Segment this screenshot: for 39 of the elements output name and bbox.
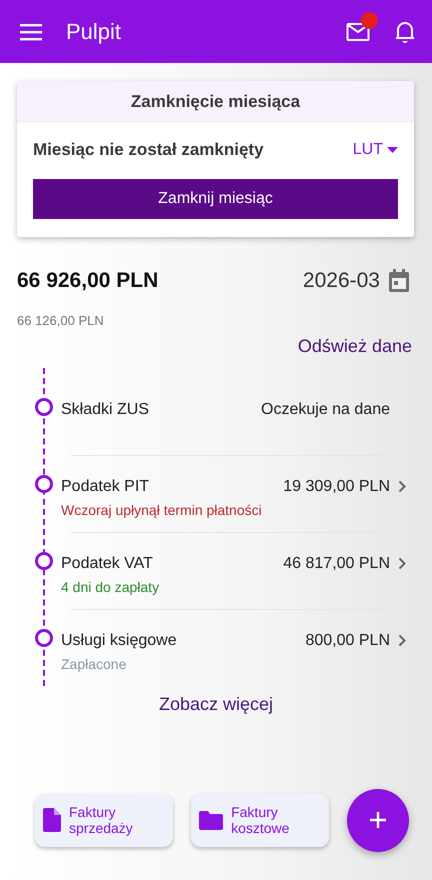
payment-amount: 46 817,00 PLN — [283, 554, 390, 574]
month-dropdown[interactable]: LUT — [352, 138, 398, 162]
caret-icon — [387, 147, 398, 153]
payment-name: Usługi księgowe — [61, 630, 177, 650]
card-title: Zamknięcie miesiąca — [130, 91, 300, 114]
folder-icon — [199, 810, 224, 830]
timeline-node-icon — [35, 628, 53, 646]
document-icon — [43, 808, 61, 832]
shortcut-button[interactable]: Faktury kosztowe — [191, 794, 330, 846]
payment-status: 4 dni do zapłaty — [61, 578, 160, 597]
payment-amount: 19 309,00 PLN — [283, 476, 390, 496]
calendar-icon[interactable] — [388, 268, 410, 293]
payment-name: Podatek VAT — [61, 554, 153, 574]
payment-status: Oczekuje na dane — [261, 400, 390, 420]
payment-name: Podatek PIT — [61, 476, 150, 496]
mail-icon[interactable] — [346, 22, 370, 42]
chevron-right-icon[interactable] — [398, 557, 406, 570]
close-status: Miesiąc nie został zamknięty — [33, 139, 264, 162]
menu-icon[interactable] — [20, 22, 42, 40]
see-more-link[interactable]: Zobacz więcej — [152, 690, 280, 718]
payment-name: Składki ZUS — [61, 400, 150, 420]
add-button[interactable] — [347, 788, 409, 852]
payment-status: Wczoraj upłynął termin płatności — [61, 500, 262, 520]
period-label: 2026-03 — [302, 268, 380, 294]
timeline-node-icon — [35, 398, 53, 416]
timeline-node-icon — [35, 552, 53, 570]
plus-icon — [370, 812, 386, 828]
chevron-right-icon[interactable] — [398, 634, 406, 647]
payment-status: Zapłacone — [61, 654, 126, 674]
total-amount: 66 926,00 PLN — [17, 268, 158, 294]
subtotal-amount: 66 126,00 PLN — [17, 312, 104, 330]
close-month-button[interactable]: Zamknij miesiąc — [33, 179, 398, 219]
shortcut-button[interactable]: Faktury sprzedaży — [35, 794, 174, 846]
bell-icon[interactable] — [394, 20, 416, 44]
timeline-node-icon — [35, 474, 53, 492]
payment-amount: 800,00 PLN — [305, 630, 390, 650]
page-title: Pulpit — [66, 18, 122, 46]
chevron-right-icon[interactable] — [398, 480, 406, 493]
refresh-link[interactable]: Odśwież dane — [298, 332, 412, 360]
